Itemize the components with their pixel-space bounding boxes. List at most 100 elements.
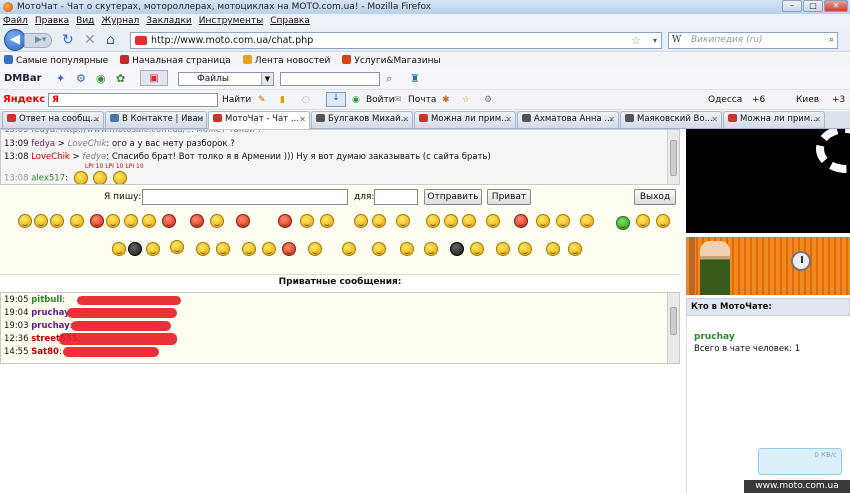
smiley-icon[interactable]	[568, 242, 582, 256]
smiley-icon[interactable]	[18, 214, 32, 228]
smiley-icon[interactable]	[424, 242, 438, 256]
chat-recipient[interactable]: fedya	[82, 152, 106, 162]
private-nick[interactable]: pruchay	[31, 321, 69, 331]
back-button[interactable]: ◀	[4, 29, 26, 51]
chat-nick[interactable]: LoveChik	[31, 152, 70, 162]
menu-history[interactable]: Журнал	[101, 16, 139, 26]
url-dropdown-icon[interactable]: ▾	[653, 33, 657, 48]
scrollbar-thumb[interactable]	[670, 307, 677, 335]
dmbar-logo[interactable]: DMBar	[4, 73, 42, 84]
site-banner[interactable]	[686, 129, 850, 233]
tab-forum-question-2[interactable]: Можна ли прим... ✕	[723, 111, 825, 128]
smiley-icon[interactable]	[50, 214, 64, 228]
smiley-icon[interactable]	[278, 214, 292, 228]
yandex-stats-icon[interactable]: ▮	[280, 95, 285, 105]
dmbar-files-select[interactable]: Файлы ▼	[178, 72, 274, 86]
close-tab-icon[interactable]: ✕	[505, 112, 512, 127]
smiley-icon[interactable]	[216, 242, 230, 256]
close-tab-icon[interactable]: ✕	[299, 112, 306, 127]
smiley-icon[interactable]	[426, 214, 440, 228]
bookmark-star-icon[interactable]: ☆	[631, 33, 641, 48]
tab-forum-question[interactable]: Можна ли прим... ✕	[414, 111, 516, 128]
smiley-icon[interactable]	[536, 214, 550, 228]
yandex-tool-icon[interactable]: ◌	[302, 95, 310, 105]
close-window-button[interactable]: ✕	[824, 0, 848, 12]
smiley-icon[interactable]	[444, 214, 458, 228]
chat-scrollbar[interactable]	[667, 130, 679, 184]
smiley-icon[interactable]	[112, 242, 126, 256]
maximize-button[interactable]: □	[803, 0, 823, 12]
smiley-icon[interactable]	[616, 216, 630, 230]
smiley-icon[interactable]	[34, 214, 48, 228]
smiley-icon[interactable]	[90, 214, 104, 228]
search-icon[interactable]: ⌕	[386, 71, 392, 87]
bomb-icon[interactable]	[450, 242, 464, 256]
smiley-icon[interactable]	[142, 214, 156, 228]
search-box[interactable]: W Википедия (ru) ⌕	[668, 32, 838, 49]
bookmark-most-visited[interactable]: Самые популярные	[4, 55, 108, 66]
stop-icon[interactable]: ✕	[84, 32, 96, 48]
url-bar[interactable]: http://www.moto.com.ua/chat.php ☆ ▾	[130, 32, 662, 49]
chat-log[interactable]: 13:09 fedya: http://www.motosale.com.ua/…	[0, 129, 680, 185]
smiley-icon[interactable]	[486, 214, 500, 228]
cool-smiley-icon[interactable]	[128, 242, 142, 256]
close-tab-icon[interactable]: ✕	[608, 112, 615, 127]
weather-city-2[interactable]: Киев	[796, 95, 819, 105]
menu-tools[interactable]: Инструменты	[199, 16, 263, 26]
dmbar-tool-icon[interactable]: ✿	[116, 71, 125, 87]
yandex-active-tool-icon[interactable]: ↓	[326, 92, 346, 107]
private-nick[interactable]: pitbull	[31, 295, 62, 305]
smiley-icon[interactable]	[546, 242, 560, 256]
scrollbar-thumb[interactable]	[670, 140, 677, 176]
close-tab-icon[interactable]: ✕	[711, 112, 718, 127]
menu-file[interactable]: Файл	[3, 16, 28, 26]
close-tab-icon[interactable]: ✕	[196, 112, 203, 127]
reload-icon[interactable]: ↻	[62, 32, 74, 48]
menu-help[interactable]: Справка	[270, 16, 310, 26]
forward-button[interactable]: ▶▾	[24, 33, 52, 48]
private-messages-log[interactable]: 19:05 pitbull: 19:04 pruchay: 19:03 pruc…	[0, 292, 680, 364]
smiley-icon[interactable]	[400, 242, 414, 256]
smiley-icon[interactable]	[282, 242, 296, 256]
dmbar-search-input[interactable]	[280, 72, 380, 86]
smiley-icon[interactable]	[556, 214, 570, 228]
smiley-icon[interactable]	[300, 214, 314, 228]
smiley-icon[interactable]	[462, 214, 476, 228]
bookmark-services[interactable]: Услуги&Магазины	[342, 55, 441, 66]
smiley-icon[interactable]	[372, 242, 386, 256]
recipient-input[interactable]	[374, 189, 418, 205]
tab-bulgakov[interactable]: Булгаков Михай... ✕	[311, 111, 413, 128]
smiley-icon[interactable]	[162, 214, 176, 228]
yandex-logo[interactable]: Яндекс	[3, 94, 45, 105]
dmbar-tool-icon[interactable]: ✦	[56, 71, 65, 87]
smiley-icon[interactable]	[514, 214, 528, 228]
smiley-icon[interactable]	[170, 240, 184, 254]
dmbar-tool-icon[interactable]: ⚙	[76, 71, 86, 87]
dmbar-tool-icon[interactable]: ◉	[96, 71, 106, 87]
chat-nick[interactable]: fedya	[31, 139, 55, 149]
smiley-icon[interactable]	[580, 214, 594, 228]
smiley-icon[interactable]	[106, 214, 120, 228]
exit-button[interactable]: Выход	[634, 189, 676, 205]
private-button[interactable]: Приват	[487, 189, 531, 205]
smiley-icon[interactable]	[124, 214, 138, 228]
smiley-icon[interactable]	[636, 214, 650, 228]
yandex-find-button[interactable]: Найти	[222, 95, 251, 105]
menu-edit[interactable]: Правка	[35, 16, 69, 26]
smiley-icon[interactable]	[146, 242, 160, 256]
smiley-icon[interactable]	[470, 242, 484, 256]
yandex-tool-icon[interactable]: ✎	[258, 95, 266, 105]
tab-mayakovsky[interactable]: Маяковский Во... ✕	[620, 111, 722, 128]
smiley-icon[interactable]	[190, 214, 204, 228]
online-user[interactable]: pruchay	[694, 332, 735, 342]
private-nick[interactable]: Sat80	[31, 347, 59, 357]
smiley-icon[interactable]	[308, 242, 322, 256]
yandex-login-button[interactable]: Войти	[366, 95, 395, 105]
tab-motochat[interactable]: МотоЧат - Чат ... ✕	[208, 111, 310, 129]
dmbar-image-button[interactable]: ▣	[140, 70, 168, 86]
close-tab-icon[interactable]: ✕	[402, 112, 409, 127]
tab-forum-reply[interactable]: Ответ на сообщ... ✕	[2, 111, 104, 128]
menu-bookmarks[interactable]: Закладки	[146, 16, 192, 26]
search-icon[interactable]: ⌕	[829, 33, 834, 48]
download-speed-widget[interactable]: 0 КБ/с	[758, 448, 842, 475]
